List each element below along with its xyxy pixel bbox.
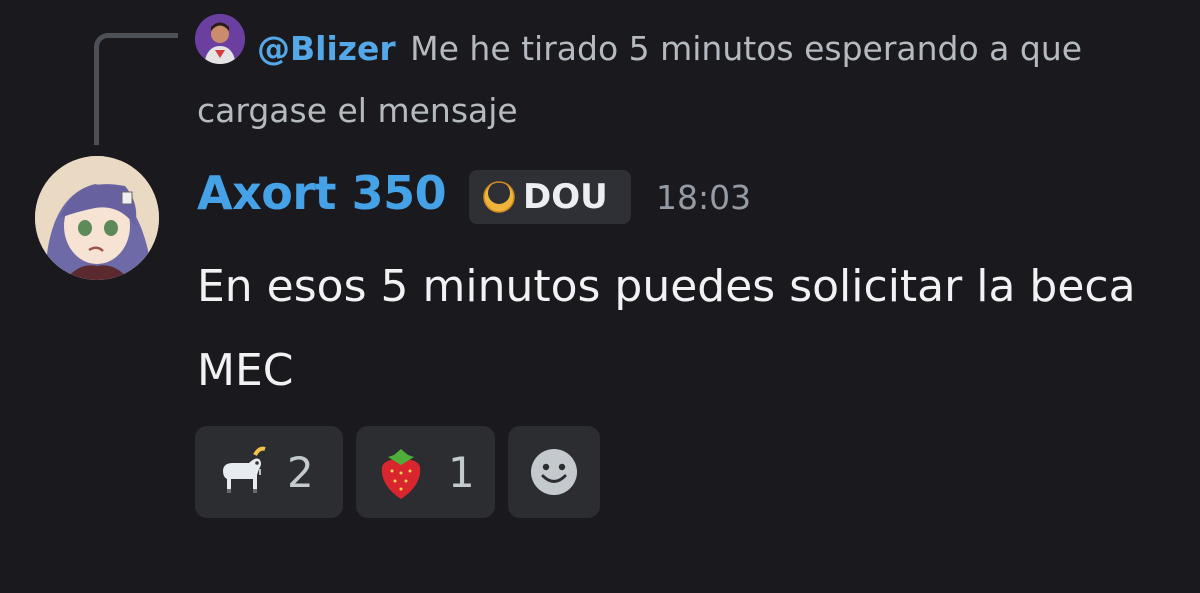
reaction-strawberry[interactable]: 1 (356, 426, 495, 518)
message-author[interactable]: Axort 350 (197, 166, 447, 220)
reply-author[interactable]: @Blizer (257, 29, 396, 68)
strawberry-icon (370, 441, 432, 503)
avatar[interactable] (35, 156, 159, 280)
reaction-count: 2 (287, 447, 314, 497)
moon-icon (483, 181, 515, 213)
reaction-goat[interactable]: 2 (195, 426, 343, 518)
guild-tag-label: DOU (523, 177, 608, 217)
reply-connector (94, 33, 178, 145)
add-reaction-button[interactable] (508, 426, 600, 518)
message-content: En esos 5 minutos puedes solicitar la be… (197, 261, 1136, 396)
reply-preview[interactable]: @Blizer Me he tirado 5 minutos esperando… (197, 18, 1157, 142)
guild-tag[interactable]: DOU (469, 170, 631, 224)
reaction-count: 1 (448, 447, 475, 497)
goat-icon (209, 441, 271, 503)
smiley-icon (531, 449, 577, 495)
reaction-bar: 2 1 (195, 426, 600, 518)
message-timestamp[interactable]: 18:03 (656, 178, 751, 217)
